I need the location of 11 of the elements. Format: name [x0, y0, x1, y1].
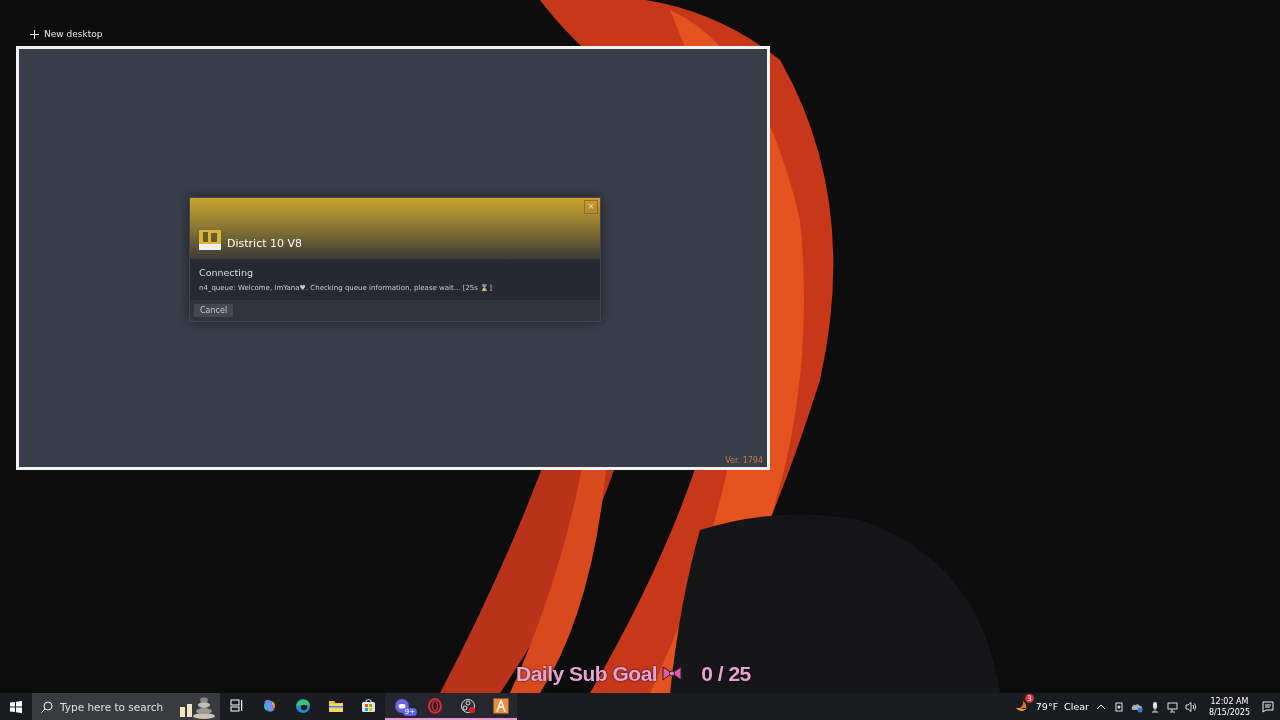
sub-goal-count: 0 / 25 — [701, 662, 751, 686]
temperature-label[interactable]: 79°F — [1035, 701, 1059, 712]
version-label: Ver. 1794 — [725, 456, 763, 465]
status-heading: Connecting — [199, 267, 254, 279]
weather-condition[interactable]: Clear — [1064, 701, 1089, 712]
cancel-button[interactable]: Cancel — [194, 304, 234, 318]
search-field[interactable]: Type here to search — [32, 693, 220, 720]
clock-date[interactable]: 8/15/2025 — [1208, 706, 1250, 718]
dialog-title: District 10 V8 — [227, 237, 303, 251]
new-desktop-label[interactable]: New desktop — [44, 29, 103, 39]
clock-time[interactable]: 12:02 AM — [1210, 695, 1249, 707]
